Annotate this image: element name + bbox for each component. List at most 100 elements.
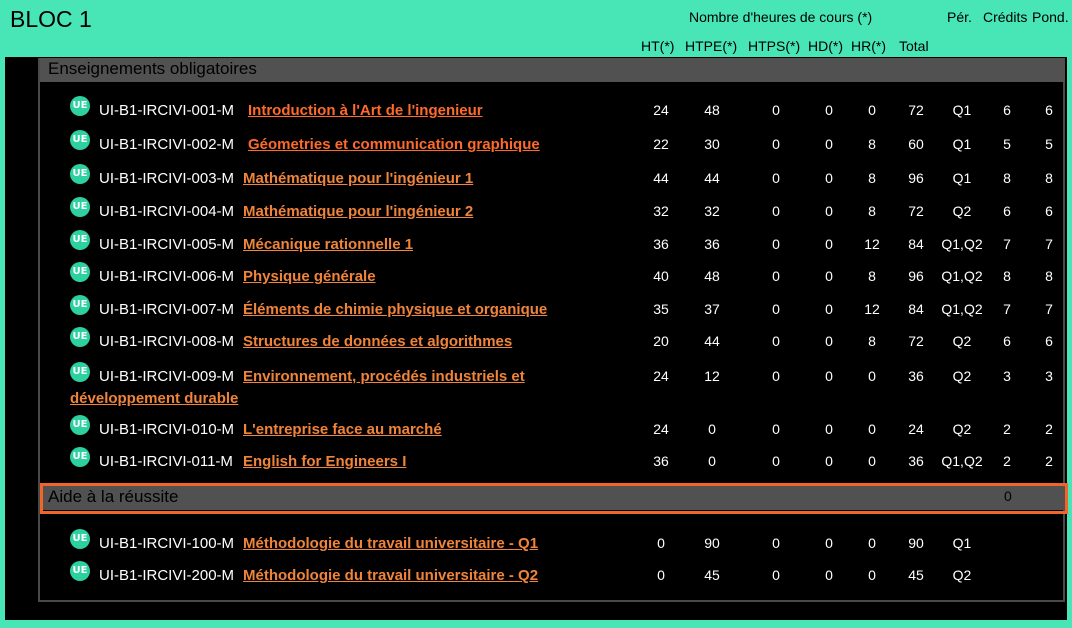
columns-heading: Nombre d'heures de cours (*) <box>689 9 873 25</box>
cell-htpe: 36 <box>704 236 720 252</box>
cell-htps: 0 <box>772 567 780 583</box>
course-code: UI-B1-IRCIVI-005-M <box>99 236 235 253</box>
course-title-link[interactable]: Méthodologie du travail universitaire - … <box>243 567 538 584</box>
cell-hr: 8 <box>868 333 876 349</box>
cell-pond: 8 <box>1045 170 1053 186</box>
frame-bottom <box>0 620 1072 628</box>
cell-per: Q1,Q2 <box>941 236 983 252</box>
ue-icon: UE <box>70 262 90 282</box>
cell-pond: 8 <box>1045 268 1053 284</box>
cell-hr: 0 <box>868 102 876 118</box>
course-title-link[interactable]: Structures de données et algorithmes <box>243 333 512 350</box>
cell-htpe: 30 <box>704 136 720 152</box>
cell-per: Q1 <box>952 170 972 186</box>
cell-hd: 0 <box>825 368 833 384</box>
cell-hd: 0 <box>825 301 833 317</box>
course-title-link[interactable]: Introduction à l'Art de l'ingenieur <box>248 102 483 119</box>
ue-icon: UE <box>70 96 90 116</box>
course-title-link[interactable]: Méthodologie du travail universitaire - … <box>243 535 538 552</box>
cell-total: 84 <box>908 301 924 317</box>
cell-htps: 0 <box>772 453 780 469</box>
cell-credits: 2 <box>1003 453 1011 469</box>
col-header-htpe: HTPE(*) <box>685 38 738 54</box>
course-code: UI-B1-IRCIVI-009-M <box>99 368 235 385</box>
course-title-link[interactable]: Environnement, procédés industriels et <box>243 368 525 385</box>
cell-ht: 22 <box>653 136 669 152</box>
section-header-obligatoires: Enseignements obligatoires <box>40 58 1065 82</box>
course-title-link[interactable]: Mécanique rationnelle 1 <box>243 236 413 253</box>
course-code: UI-B1-IRCIVI-008-M <box>99 333 235 350</box>
cell-htps: 0 <box>772 368 780 384</box>
course-title-link[interactable]: English for Engineers I <box>243 453 406 470</box>
ue-icon: UE <box>70 230 90 250</box>
cell-per: Q1,Q2 <box>941 268 983 284</box>
course-title-link[interactable]: Géometries et communication graphique <box>248 136 540 153</box>
cell-htpe: 44 <box>704 333 720 349</box>
bloc-header: BLOC 1 Nombre d'heures de cours (*) Pér.… <box>0 0 1072 57</box>
col-header-total: Total <box>899 38 929 54</box>
course-title-link-cont[interactable]: développement durable <box>70 390 238 407</box>
cell-total: 72 <box>908 203 924 219</box>
ue-icon: UE <box>70 327 90 347</box>
course-code: UI-B1-IRCIVI-007-M <box>99 301 235 318</box>
cell-htps: 0 <box>772 333 780 349</box>
cell-total: 90 <box>908 535 924 551</box>
cell-htps: 0 <box>772 421 780 437</box>
cell-per: Q2 <box>952 203 972 219</box>
cell-total: 96 <box>908 170 924 186</box>
cell-total: 24 <box>908 421 924 437</box>
cell-total: 84 <box>908 236 924 252</box>
cell-hr: 12 <box>864 301 880 317</box>
course-title-link[interactable]: Mathématique pour l'ingénieur 1 <box>243 170 473 187</box>
cell-htpe: 32 <box>704 203 720 219</box>
cell-pond: 7 <box>1045 236 1053 252</box>
ue-icon: UE <box>70 130 90 150</box>
cell-pond: 6 <box>1045 203 1053 219</box>
table-row: UE UI-B1-IRCIVI-200-M Méthodologie du trav… <box>0 561 1072 597</box>
course-code: UI-B1-IRCIVI-100-M <box>99 535 235 552</box>
table-row: UE UI-B1-IRCIVI-011-M English for Engineer… <box>0 447 1072 483</box>
cell-hd: 0 <box>825 203 833 219</box>
cell-ht: 36 <box>653 236 669 252</box>
course-code: UI-B1-IRCIVI-004-M <box>99 203 235 220</box>
cell-ht: 32 <box>653 203 669 219</box>
course-code: UI-B1-IRCIVI-001-M <box>99 102 235 119</box>
cell-hd: 0 <box>825 136 833 152</box>
cell-total: 36 <box>908 453 924 469</box>
cell-hd: 0 <box>825 170 833 186</box>
table-row: UE UI-B1-IRCIVI-010-M L'entreprise face au… <box>0 415 1072 451</box>
cell-htpe: 37 <box>704 301 720 317</box>
cell-pond: 6 <box>1045 333 1053 349</box>
cell-per: Q2 <box>952 368 972 384</box>
cell-ht: 40 <box>653 268 669 284</box>
cell-credits: 6 <box>1003 333 1011 349</box>
cell-ht: 20 <box>653 333 669 349</box>
cell-credits: 5 <box>1003 136 1011 152</box>
course-code: UI-B1-IRCIVI-002-M <box>99 136 235 153</box>
cell-hr: 0 <box>868 567 876 583</box>
ue-icon: UE <box>70 415 90 435</box>
cell-ht: 36 <box>653 453 669 469</box>
ue-icon: UE <box>70 362 90 382</box>
course-title-link[interactable]: Éléments de chimie physique et organique <box>243 301 547 318</box>
table-row: UE UI-B1-IRCIVI-003-M Mathématique pour l'… <box>0 164 1072 200</box>
cell-hr: 0 <box>868 421 876 437</box>
cell-pond: 7 <box>1045 301 1053 317</box>
course-title-link[interactable]: L'entreprise face au marché <box>243 421 442 438</box>
cell-hd: 0 <box>825 102 833 118</box>
course-title-link[interactable]: Physique générale <box>243 268 376 285</box>
cell-htpe: 0 <box>708 421 716 437</box>
cell-hr: 8 <box>868 170 876 186</box>
cell-per: Q1 <box>952 136 972 152</box>
cell-total: 60 <box>908 136 924 152</box>
cell-htps: 0 <box>772 136 780 152</box>
cell-per: Q2 <box>952 567 972 583</box>
ue-icon: UE <box>70 295 90 315</box>
cell-htpe: 90 <box>704 535 720 551</box>
cell-pond: 2 <box>1045 453 1053 469</box>
cell-ht: 24 <box>653 102 669 118</box>
course-title-link[interactable]: Mathématique pour l'ingénieur 2 <box>243 203 473 220</box>
cell-pond: 3 <box>1045 368 1053 384</box>
cell-per: Q2 <box>952 421 972 437</box>
cell-credits: 8 <box>1003 170 1011 186</box>
